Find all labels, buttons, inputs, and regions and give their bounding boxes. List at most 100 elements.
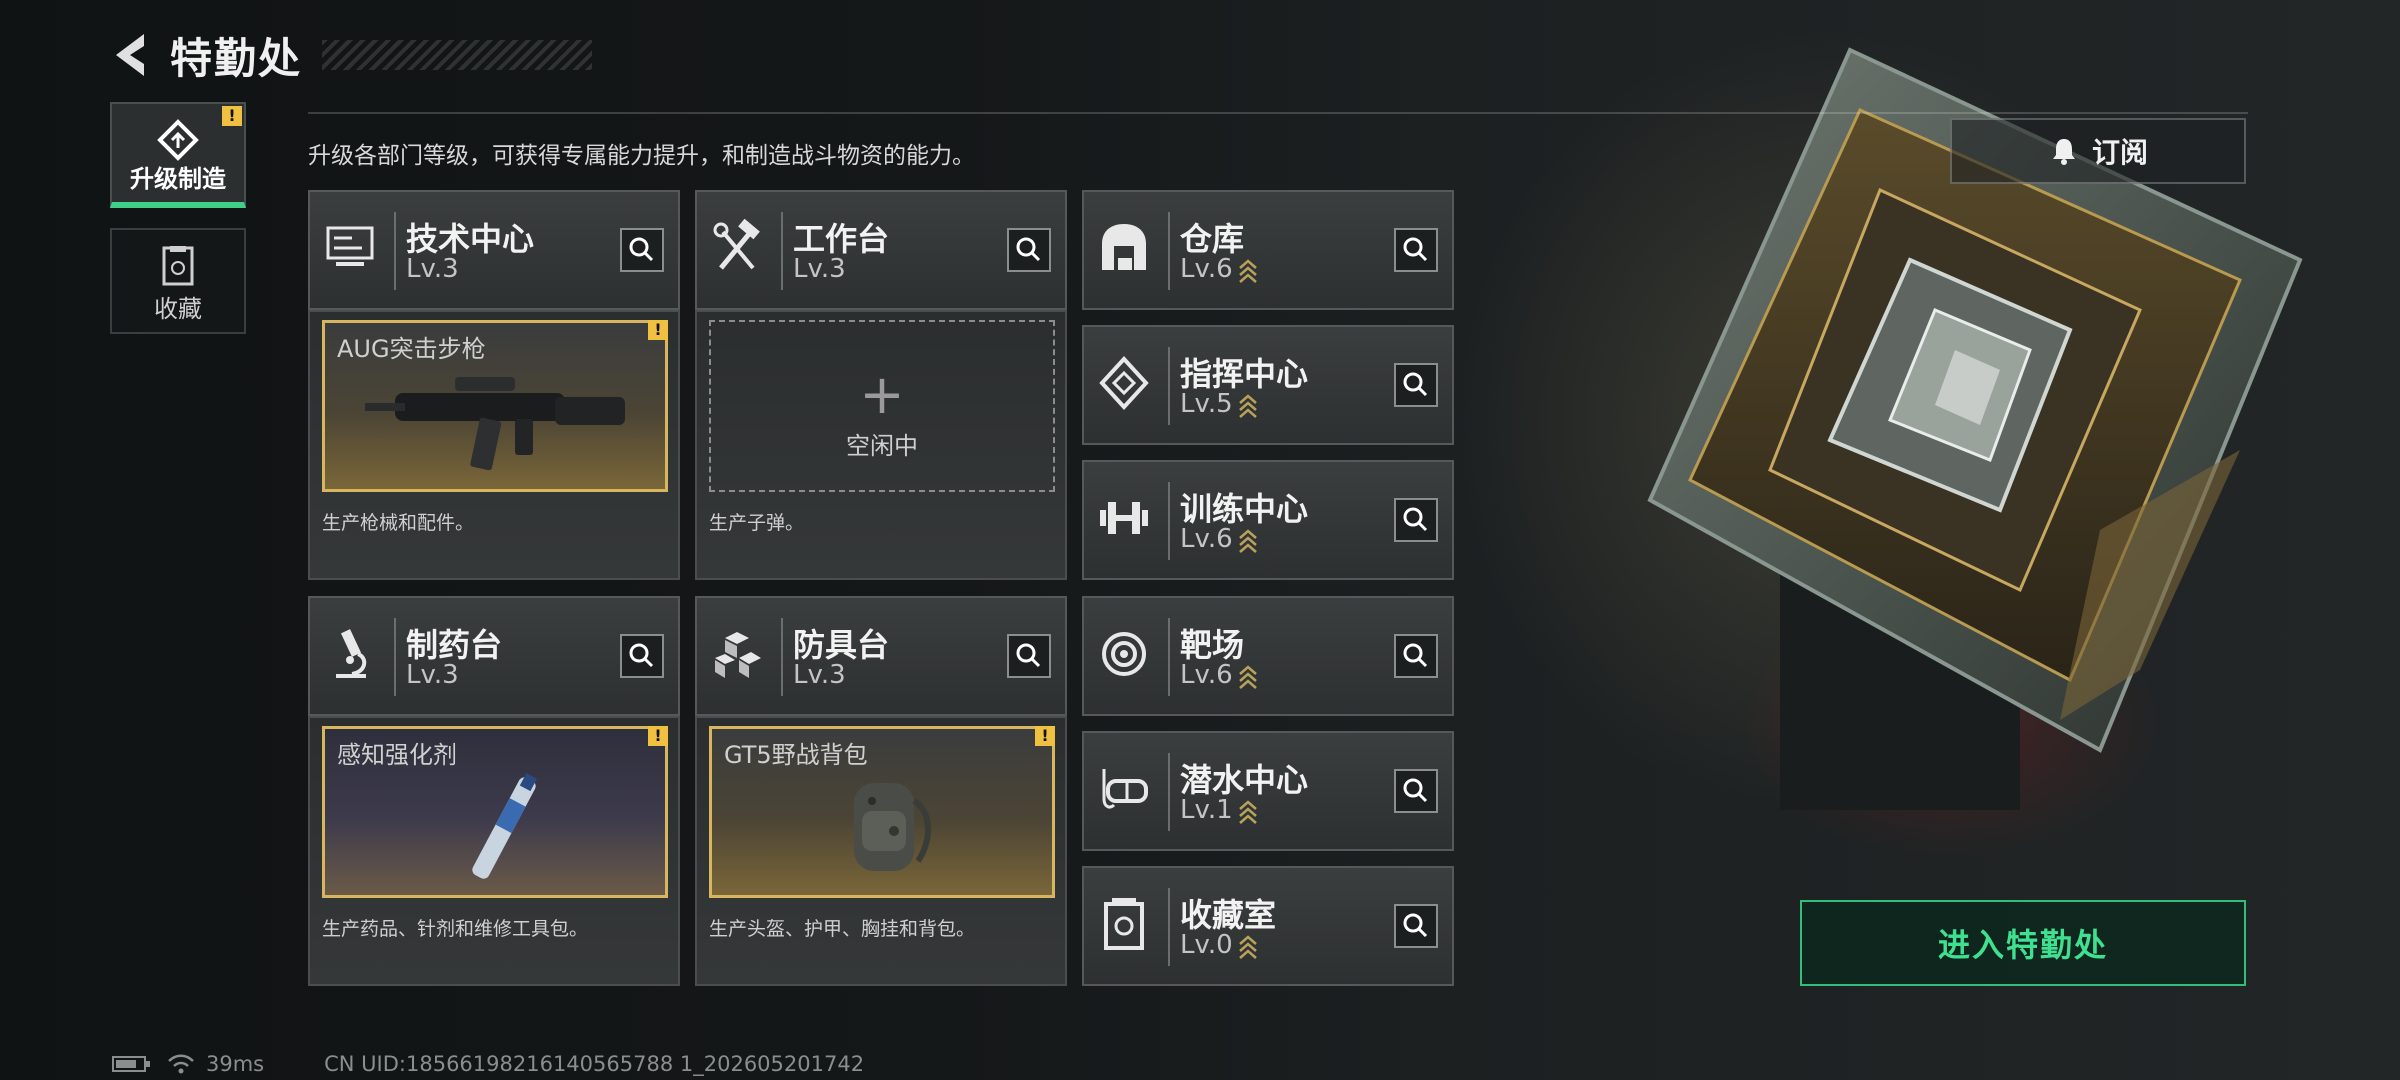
ping-value: 39ms [206, 1052, 265, 1076]
enter-label: 进入特勤处 [1937, 926, 2108, 964]
search-icon [1403, 913, 1428, 938]
item-name: 感知强化剂 [337, 741, 457, 769]
dept-card-collection-room[interactable]: 收藏室 Lv.0 [1082, 866, 1454, 986]
collection-cabinet-icon [162, 246, 194, 286]
search-icon [1016, 643, 1041, 668]
divider [308, 112, 2248, 114]
enter-special-ops-button[interactable]: 进入特勤处 [1800, 900, 2246, 986]
dept-level: Lv.3 [793, 660, 846, 690]
dept-card-command-center[interactable]: 指挥中心 Lv.5 [1082, 325, 1454, 445]
bell-icon [2052, 139, 2075, 165]
search-button[interactable] [1394, 769, 1438, 813]
search-icon [1403, 237, 1428, 262]
subscribe-button[interactable]: 订阅 [1950, 118, 2246, 184]
alert-badge: ! [222, 106, 242, 126]
separator [394, 212, 396, 290]
back-arrow-icon [116, 34, 144, 76]
dept-card-armor-bench[interactable]: 防具台 Lv.3 [695, 596, 1067, 716]
target-icon [1102, 632, 1146, 676]
production-desc: 生产头盔、护甲、胸挂和背包。 [709, 918, 976, 940]
search-icon [1016, 237, 1041, 262]
item-slot[interactable]: GT5野战背包 ! [709, 726, 1055, 898]
microscope-icon [336, 629, 367, 678]
dept-card-workbench[interactable]: 工作台 Lv.3 [695, 190, 1067, 310]
search-button[interactable] [1007, 634, 1051, 678]
armor-blocks-icon [715, 632, 761, 678]
monitor-icon [326, 226, 374, 266]
search-icon [1403, 778, 1428, 803]
item-name: AUG突击步枪 [337, 335, 486, 363]
upgrade-chevron-icon [1239, 935, 1257, 959]
upgrade-chevron-icon [1239, 665, 1257, 689]
search-icon [629, 237, 654, 262]
uid-text: CN UID:18566198216140565788 1_2026052017… [324, 1052, 865, 1076]
back-button[interactable] [110, 30, 150, 80]
separator [1168, 888, 1170, 966]
production-desc: 生产子弹。 [709, 512, 805, 534]
upgrade-chevron-icon [1239, 394, 1257, 418]
upgrade-chevron-icon [1239, 529, 1257, 553]
dept-level: Lv.3 [793, 254, 846, 284]
search-button[interactable] [620, 634, 664, 678]
battery-icon [112, 1056, 150, 1072]
dept-card-pharmacy[interactable]: 制药台 Lv.3 [308, 596, 680, 716]
search-button[interactable] [1394, 228, 1438, 272]
dumbbell-icon [1100, 502, 1148, 534]
separator [781, 212, 783, 290]
alert-badge: ! [648, 320, 668, 340]
header: 特勤处 [110, 20, 593, 90]
description-text: 升级各部门等级，可获得专属能力提升，和制造战斗物资的能力。 [308, 143, 975, 169]
search-button[interactable] [1394, 904, 1438, 948]
upgrade-chevron-icon [1239, 800, 1257, 824]
sidebar-item-label: 升级制造 [130, 165, 226, 193]
separator [1168, 482, 1170, 560]
search-button[interactable] [1007, 228, 1051, 272]
production-slot-pharmacy[interactable]: 感知强化剂 ! 生产药品、针剂和维修工具包。 [308, 716, 680, 986]
production-slot-armor-bench[interactable]: GT5野战背包 ! 生产头盔、护甲、胸挂和背包。 [695, 716, 1067, 986]
sidebar-item-label: 收藏 [154, 295, 202, 323]
backpack-image [854, 783, 932, 871]
dept-card-training-center[interactable]: 训练中心 Lv.6 [1082, 460, 1454, 580]
empty-item-slot[interactable]: + 空闲中 [709, 320, 1055, 492]
separator [1168, 753, 1170, 831]
separator [1168, 618, 1170, 696]
diving-mask-icon [1102, 769, 1148, 809]
upgrade-gear-icon [157, 119, 199, 161]
search-button[interactable] [1394, 363, 1438, 407]
wifi-icon [168, 1054, 194, 1074]
upgrade-chevron-icon [1239, 259, 1257, 283]
sidebar-item-collection[interactable]: 收藏 [110, 228, 246, 334]
dept-card-tech-center[interactable]: 技术中心 Lv.3 [308, 190, 680, 310]
dept-card-shooting-range[interactable]: 靶场 Lv.6 [1082, 596, 1454, 716]
search-button[interactable] [1394, 634, 1438, 678]
hammer-wrench-icon [713, 218, 760, 270]
production-slot-tech-center[interactable]: AUG突击步枪 ! 生产枪械和配件。 [308, 310, 680, 580]
search-button[interactable] [1394, 498, 1438, 542]
status-bar: 39ms CN UID:18566198216140565788 1_20260… [112, 1052, 864, 1076]
item-slot[interactable]: 感知强化剂 ! [322, 726, 668, 898]
dept-card-diving-center[interactable]: 潜水中心 Lv.1 [1082, 731, 1454, 851]
search-icon [629, 643, 654, 668]
collection-icon [1104, 898, 1144, 950]
item-slot[interactable]: AUG突击步枪 ! [322, 320, 668, 492]
item-name: GT5野战背包 [724, 741, 868, 769]
dept-level: Lv.1 [1180, 795, 1233, 825]
production-desc: 生产药品、针剂和维修工具包。 [322, 918, 589, 940]
production-slot-workbench[interactable]: + 空闲中 生产子弹。 [695, 310, 1067, 580]
separator [1168, 212, 1170, 290]
separator [394, 618, 396, 696]
alert-badge: ! [1035, 726, 1055, 746]
dept-card-warehouse[interactable]: 仓库 Lv.6 [1082, 190, 1454, 310]
alert-badge: ! [648, 726, 668, 746]
rifle-image [365, 377, 625, 471]
search-button[interactable] [620, 228, 664, 272]
dept-level: Lv.5 [1180, 389, 1233, 419]
dept-level: Lv.3 [406, 660, 459, 690]
separator [1168, 347, 1170, 425]
separator [781, 618, 783, 696]
dept-level: Lv.6 [1180, 524, 1233, 554]
dept-level: Lv.6 [1180, 660, 1233, 690]
production-desc: 生产枪械和配件。 [322, 512, 475, 534]
page-title: 特勤处 [170, 33, 303, 83]
sidebar-item-upgrade-craft[interactable]: ! 升级制造 [110, 102, 246, 208]
